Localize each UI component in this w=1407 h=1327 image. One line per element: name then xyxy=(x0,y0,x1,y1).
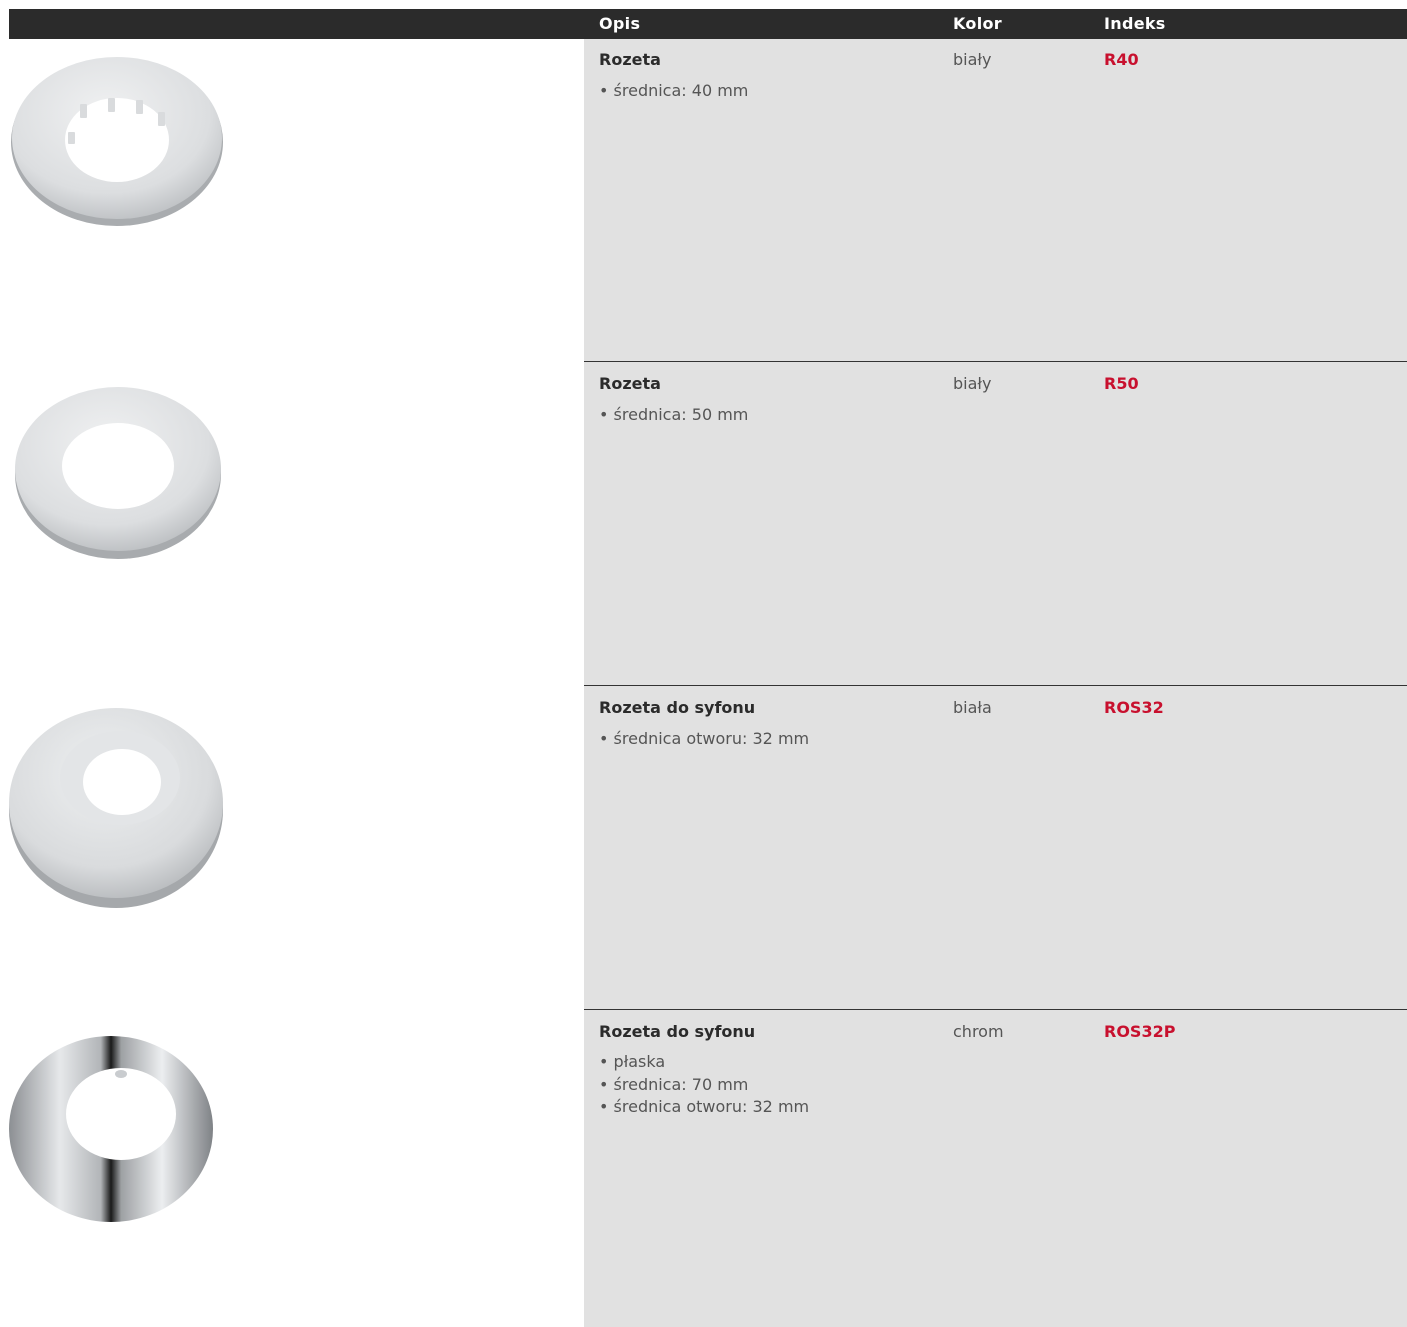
white-rosette-notched-icon xyxy=(11,57,223,226)
chrome-flat-rosette-icon xyxy=(9,1036,213,1222)
product-name: Rozeta do syfonu xyxy=(599,698,756,717)
row-divider xyxy=(584,1009,1407,1010)
table-header-bar xyxy=(9,9,1407,39)
product-color: biały xyxy=(953,374,992,393)
product-index: ROS32P xyxy=(1104,1022,1176,1041)
spec-item: średnica: 50 mm xyxy=(599,404,749,427)
table-body-panel xyxy=(584,39,1407,1327)
spec-item: średnica otworu: 32 mm xyxy=(599,1096,810,1119)
product-color: biały xyxy=(953,50,992,69)
spec-item: średnica: 70 mm xyxy=(599,1074,809,1097)
column-header-color: Kolor xyxy=(953,14,1002,33)
white-siphon-rosette-icon xyxy=(9,708,223,908)
product-name: Rozeta xyxy=(599,50,661,69)
product-name: Rozeta xyxy=(599,374,661,393)
row-divider xyxy=(584,685,1407,686)
spec-item: płaska xyxy=(599,1051,809,1074)
product-color: chrom xyxy=(953,1022,1004,1041)
product-index: R40 xyxy=(1104,50,1139,69)
column-header-description: Opis xyxy=(599,14,641,33)
row-divider xyxy=(584,361,1407,362)
product-color: biała xyxy=(953,698,992,717)
product-index: R50 xyxy=(1104,374,1139,393)
spec-item: średnica otworu: 32 mm xyxy=(599,728,810,751)
product-index: ROS32 xyxy=(1104,698,1164,717)
white-rosette-icon xyxy=(15,387,221,559)
column-header-index: Indeks xyxy=(1104,14,1166,33)
product-name: Rozeta do syfonu xyxy=(599,1022,756,1041)
spec-item: średnica: 40 mm xyxy=(599,80,749,103)
product-specs: płaska średnica: 70 mm średnica otworu: … xyxy=(599,1051,810,1119)
product-specs: średnica: 40 mm xyxy=(599,80,749,103)
product-specs: średnica otworu: 32 mm xyxy=(599,728,810,751)
product-specs: średnica: 50 mm xyxy=(599,404,749,427)
